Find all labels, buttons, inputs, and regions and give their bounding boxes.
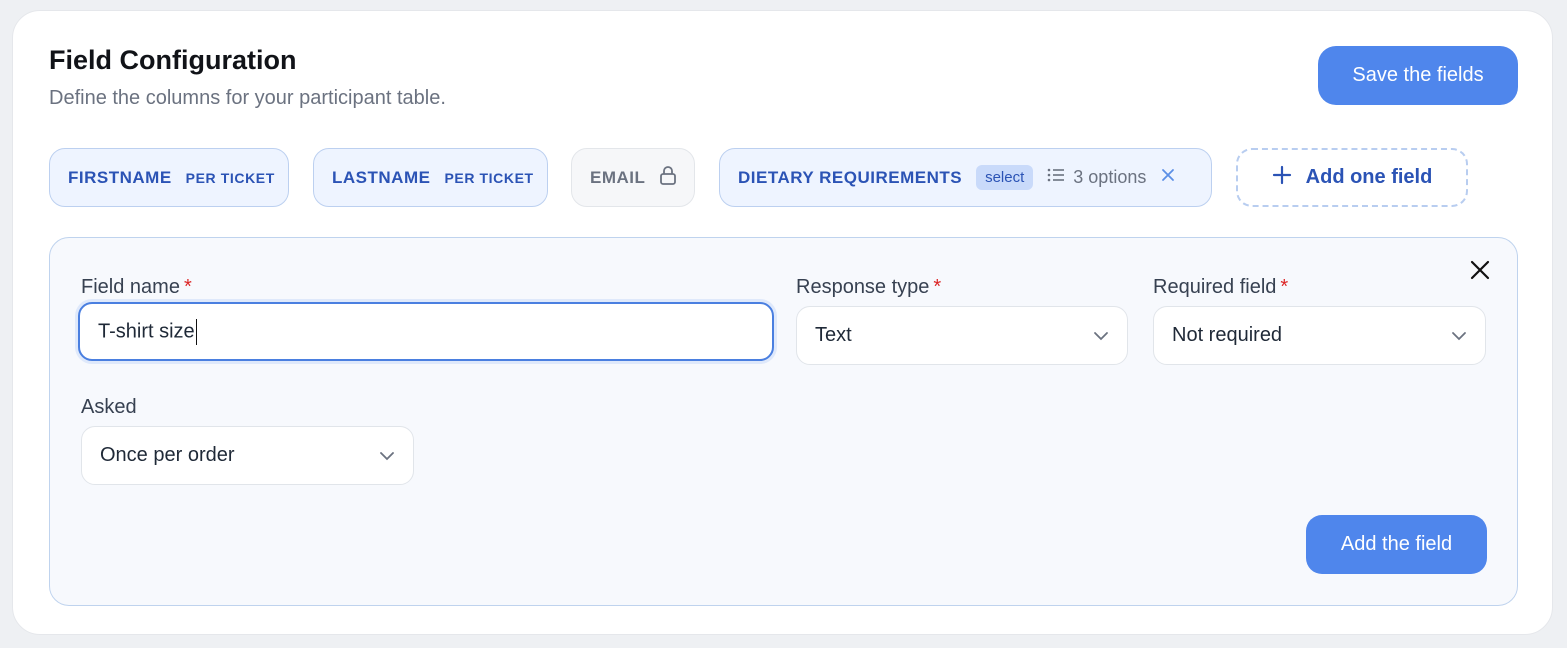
field-name-label: Field name * bbox=[81, 276, 192, 298]
lock-icon bbox=[659, 165, 677, 190]
options-count: 3 options bbox=[1047, 167, 1146, 188]
page-title: Field Configuration bbox=[49, 45, 297, 75]
add-field-button[interactable]: Add the field bbox=[1306, 515, 1487, 574]
response-type-value: Text bbox=[815, 324, 852, 346]
chip-lastname[interactable]: LASTNAME PER TICKET bbox=[313, 148, 548, 207]
page-subtitle: Define the columns for your participant … bbox=[49, 87, 446, 109]
response-type-select[interactable]: Text bbox=[796, 306, 1128, 365]
chip-tag: PER TICKET bbox=[185, 169, 275, 186]
chip-name: FIRSTNAME bbox=[68, 167, 172, 187]
chip-email[interactable]: EMAIL bbox=[571, 148, 695, 207]
text-cursor bbox=[195, 318, 198, 345]
required-asterisk: * bbox=[1280, 276, 1289, 298]
close-icon[interactable] bbox=[1468, 258, 1492, 282]
required-field-select[interactable]: Not required bbox=[1153, 306, 1486, 365]
required-field-value: Not required bbox=[1172, 324, 1283, 346]
chip-tag: PER TICKET bbox=[444, 169, 534, 186]
plus-icon bbox=[1272, 165, 1292, 190]
field-name-input[interactable]: T-shirt size bbox=[78, 302, 774, 361]
chip-dietary-requirements[interactable]: DIETARY REQUIREMENTS select 3 options bbox=[719, 148, 1212, 207]
options-label: 3 options bbox=[1073, 167, 1147, 187]
required-field-label: Required field * bbox=[1153, 276, 1289, 298]
response-type-label: Response type * bbox=[796, 276, 942, 298]
chevron-down-icon bbox=[379, 444, 395, 467]
save-fields-button[interactable]: Save the fields bbox=[1318, 46, 1518, 105]
asked-select[interactable]: Once per order bbox=[81, 426, 414, 485]
required-asterisk: * bbox=[933, 276, 942, 298]
list-icon bbox=[1047, 167, 1065, 188]
remove-chip-icon[interactable] bbox=[1160, 167, 1176, 188]
new-field-panel: Field name * T-shirt size Response type * … bbox=[49, 237, 1518, 606]
chevron-down-icon bbox=[1093, 324, 1109, 347]
chip-name: DIETARY REQUIREMENTS bbox=[738, 167, 963, 187]
field-name-value: T-shirt size bbox=[98, 319, 195, 342]
required-asterisk: * bbox=[183, 276, 192, 298]
add-one-field-label: Add one field bbox=[1305, 166, 1433, 188]
chip-firstname[interactable]: FIRSTNAME PER TICKET bbox=[49, 148, 289, 207]
asked-label: Asked bbox=[81, 396, 137, 418]
chevron-down-icon bbox=[1451, 324, 1467, 347]
add-one-field-button[interactable]: Add one field bbox=[1236, 148, 1468, 207]
type-badge: select bbox=[976, 165, 1034, 190]
chip-name: LASTNAME bbox=[332, 167, 431, 187]
field-configuration-card: Field Configuration Define the columns f… bbox=[12, 10, 1553, 635]
chip-name: EMAIL bbox=[590, 167, 646, 187]
asked-value: Once per order bbox=[100, 444, 235, 466]
